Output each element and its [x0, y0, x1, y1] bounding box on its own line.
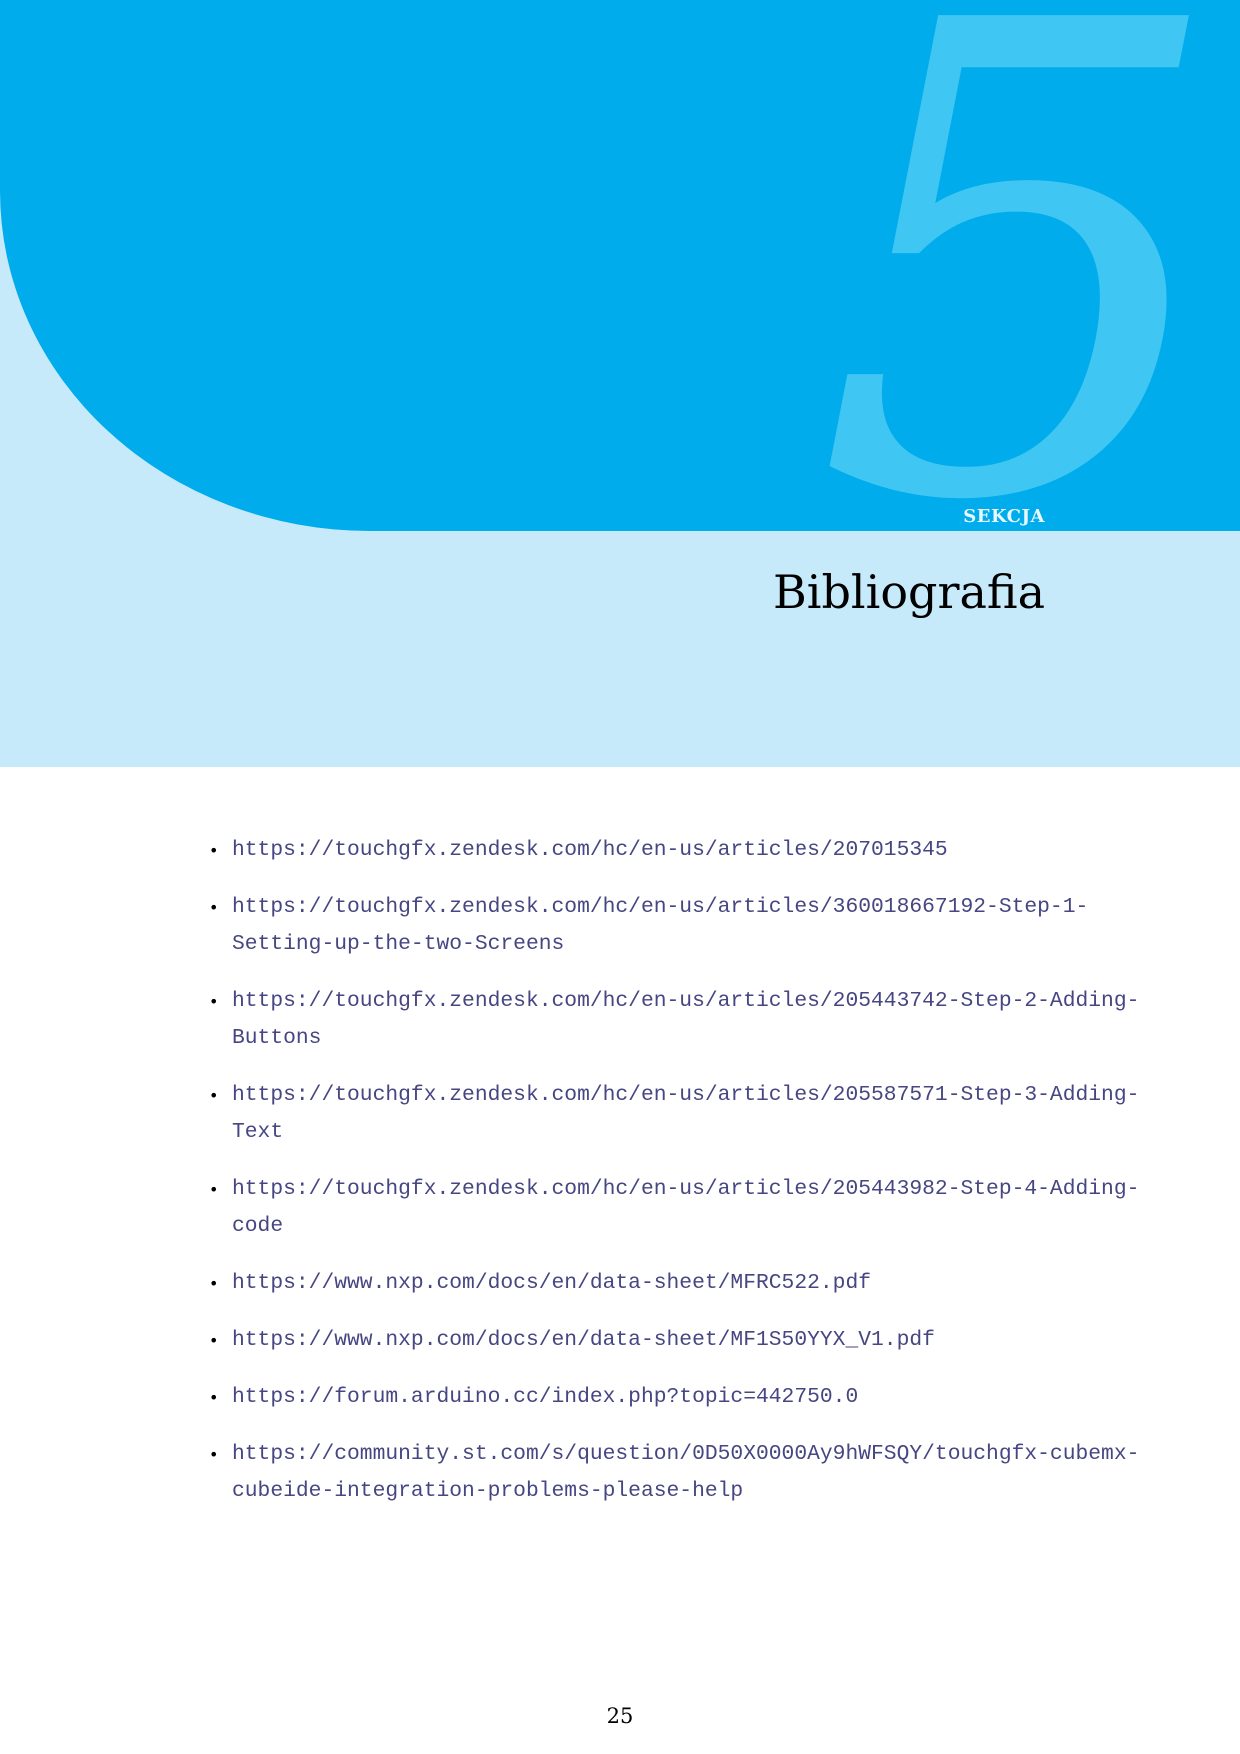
bullet-icon: • — [209, 1331, 219, 1350]
bullet-icon: • — [209, 992, 219, 1011]
reference-item: • https://touchgfx.zendesk.com/hc/en-us/a… — [209, 832, 1139, 869]
page-title: Bibliografia — [772, 565, 1045, 619]
reference-item: • https://www.nxp.com/docs/en/data-sheet/… — [209, 1322, 1139, 1359]
reference-item: • https://touchgfx.zendesk.com/hc/en-us/a… — [209, 889, 1139, 963]
reference-link-line[interactable]: code — [232, 1208, 1139, 1245]
bullet-icon: • — [209, 841, 219, 860]
reference-link[interactable]: https://www.nxp.com/docs/en/data-sheet/M… — [232, 1322, 1139, 1359]
reference-link[interactable]: https://touchgfx.zendesk.com/hc/en-us/ar… — [232, 1077, 1139, 1151]
bullet-icon: • — [209, 898, 219, 917]
reference-link[interactable]: https://www.nxp.com/docs/en/data-sheet/M… — [232, 1265, 1139, 1302]
reference-link[interactable]: https://touchgfx.zendesk.com/hc/en-us/ar… — [232, 832, 1139, 869]
reference-link-line[interactable]: Text — [232, 1114, 1139, 1151]
reference-item: • https://community.st.com/s/question/0D5… — [209, 1436, 1139, 1510]
reference-link[interactable]: https://forum.arduino.cc/index.php?topic… — [232, 1379, 1139, 1416]
reference-link-line[interactable]: cubeide-integration-problems-please-help — [232, 1473, 1139, 1510]
reference-link[interactable]: https://community.st.com/s/question/0D50… — [232, 1436, 1139, 1510]
reference-link-line[interactable]: https://forum.arduino.cc/index.php?topic… — [232, 1379, 1139, 1416]
reference-item: • https://touchgfx.zendesk.com/hc/en-us/a… — [209, 983, 1139, 1057]
reference-list: • https://touchgfx.zendesk.com/hc/en-us/a… — [209, 832, 1139, 1530]
reference-link-line[interactable]: https://touchgfx.zendesk.com/hc/en-us/ar… — [232, 889, 1139, 926]
reference-link-line[interactable]: https://touchgfx.zendesk.com/hc/en-us/ar… — [232, 832, 1139, 869]
section-label: SEKCJA — [963, 506, 1045, 527]
reference-item: • https://forum.arduino.cc/index.php?topi… — [209, 1379, 1139, 1416]
reference-link-line[interactable]: https://touchgfx.zendesk.com/hc/en-us/ar… — [232, 983, 1139, 1020]
bullet-icon: • — [209, 1388, 219, 1407]
reference-item: • https://touchgfx.zendesk.com/hc/en-us/a… — [209, 1171, 1139, 1245]
section-number: 5 — [815, 0, 1229, 643]
bullet-icon: • — [209, 1086, 219, 1105]
reference-link[interactable]: https://touchgfx.zendesk.com/hc/en-us/ar… — [232, 983, 1139, 1057]
reference-link-line[interactable]: https://touchgfx.zendesk.com/hc/en-us/ar… — [232, 1171, 1139, 1208]
reference-link-line[interactable]: https://touchgfx.zendesk.com/hc/en-us/ar… — [232, 1077, 1139, 1114]
page-number: 25 — [606, 1704, 634, 1728]
reference-link[interactable]: https://touchgfx.zendesk.com/hc/en-us/ar… — [232, 1171, 1139, 1245]
bullet-icon: • — [209, 1445, 219, 1464]
bullet-icon: • — [209, 1180, 219, 1199]
bullet-icon: • — [209, 1274, 219, 1293]
reference-link-line[interactable]: https://www.nxp.com/docs/en/data-sheet/M… — [232, 1265, 1139, 1302]
reference-link-line[interactable]: https://www.nxp.com/docs/en/data-sheet/M… — [232, 1322, 1139, 1359]
reference-item: • https://touchgfx.zendesk.com/hc/en-us/a… — [209, 1077, 1139, 1151]
reference-link-line[interactable]: Buttons — [232, 1020, 1139, 1057]
reference-link-line[interactable]: https://community.st.com/s/question/0D50… — [232, 1436, 1139, 1473]
reference-link[interactable]: https://touchgfx.zendesk.com/hc/en-us/ar… — [232, 889, 1139, 963]
reference-link-line[interactable]: Setting-up-the-two-Screens — [232, 926, 1139, 963]
reference-item: • https://www.nxp.com/docs/en/data-sheet/… — [209, 1265, 1139, 1302]
